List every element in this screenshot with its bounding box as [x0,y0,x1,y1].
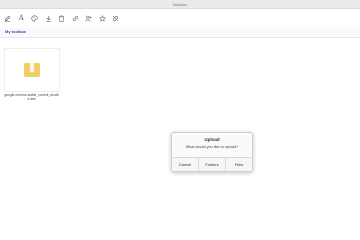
toolbar: A [0,9,360,28]
file-thumbnail[interactable] [4,48,60,92]
download-button[interactable] [42,12,56,24]
trash-icon [59,14,65,22]
palette-button[interactable] [28,12,42,24]
unlink-icon [113,15,119,21]
window-title: Nautilus [172,1,188,7]
link-icon [72,15,78,21]
file-name: google-chrome-stable_current_amd64.deb [4,93,59,101]
file-item[interactable]: google-chrome-stable_current_amd64.deb [4,48,60,108]
link-button[interactable] [69,12,83,24]
dialog-title: Upload [204,137,220,142]
edit-button[interactable] [1,12,15,24]
folders-button[interactable]: Folders [199,158,226,171]
cancel-button[interactable]: Cancel [172,158,199,171]
star-button[interactable] [96,12,110,24]
dialog-actions: Cancel Folders Files [172,157,252,171]
files-button[interactable]: Files [226,158,252,171]
palette-icon [31,14,38,22]
breadcrumb-item[interactable]: My toolbox [5,29,26,34]
text-button[interactable]: A [15,12,29,24]
edit-icon [4,15,11,22]
delete-button[interactable] [55,12,69,24]
package-icon [24,63,40,77]
breadcrumb: My toolbox [0,27,360,38]
add-user-icon [85,15,92,21]
unlink-button[interactable] [109,12,123,24]
window-titlebar: Nautilus [0,0,360,9]
upload-dialog: Upload What would you like to upload? Ca… [171,132,253,172]
download-icon [46,15,51,22]
text-icon: A [18,13,24,22]
star-icon [98,14,106,22]
dialog-message: What would you like to upload? [185,145,239,149]
share-button[interactable] [82,12,96,24]
